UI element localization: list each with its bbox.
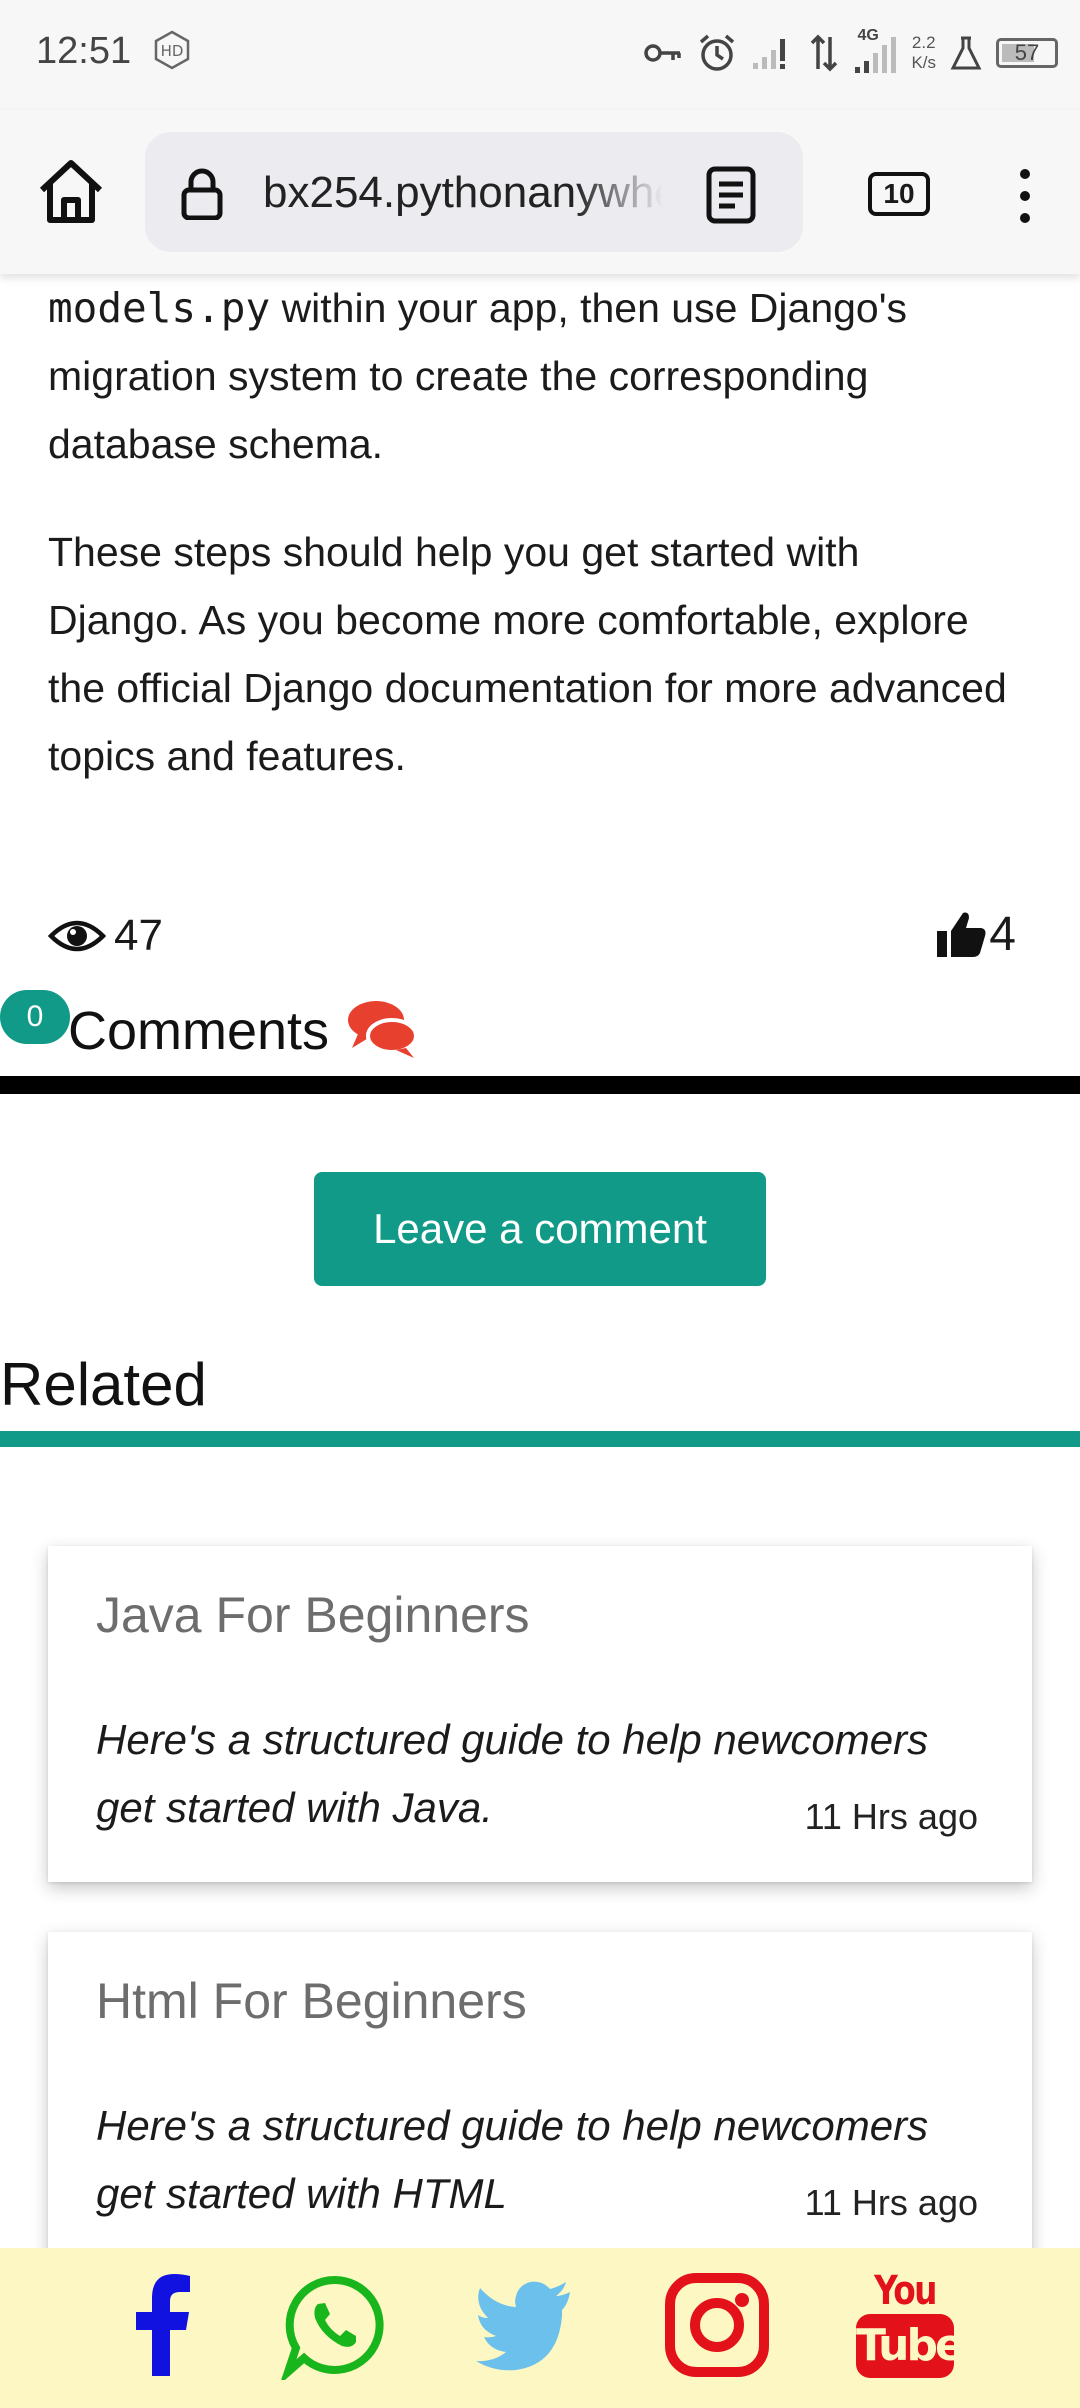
article-paragraph: These steps should help you get started …	[48, 529, 1007, 779]
more-icon[interactable]	[1010, 166, 1040, 226]
data-arrows-icon	[811, 34, 838, 72]
network-speed: 2.2 K/s	[911, 33, 936, 72]
eye-icon	[48, 920, 106, 952]
article-body: models.py within your app, then use Djan…	[48, 274, 1008, 790]
whatsapp-icon[interactable]	[280, 2270, 390, 2380]
related-card-time: 11 Hrs ago	[804, 1796, 978, 1837]
twitter-icon[interactable]	[470, 2270, 580, 2380]
signal-icon	[753, 39, 786, 69]
like-button[interactable]: 4	[935, 904, 1016, 964]
svg-text:HD: HD	[161, 42, 184, 60]
browser-toolbar: bx254.pythonanywhere.com 10	[0, 110, 1080, 274]
tabs-icon[interactable]: 10	[868, 172, 930, 216]
facebook-icon[interactable]	[108, 2270, 218, 2380]
comments-divider	[0, 1076, 1080, 1094]
inline-code: models.py	[48, 284, 271, 332]
status-bar: 12:51 HD 4G 2.2 K/s 57	[0, 0, 1080, 110]
reader-mode-icon[interactable]	[705, 166, 759, 224]
related-card[interactable]: Html For Beginners Here's a structured g…	[48, 1932, 1032, 2268]
related-card-title[interactable]: Html For Beginners	[96, 1972, 527, 2030]
alarm-icon	[700, 34, 735, 71]
likes-value: 4	[989, 907, 1016, 961]
home-icon[interactable]	[34, 154, 108, 228]
social-footer: You Tube	[0, 2248, 1080, 2408]
key-icon	[644, 44, 682, 62]
instagram-icon[interactable]	[662, 2270, 772, 2380]
thumbs-up-icon	[937, 912, 986, 957]
comments-icon	[348, 1001, 418, 1058]
hd-icon: HD	[154, 30, 190, 70]
leave-comment-button[interactable]: Leave a comment	[314, 1172, 766, 1286]
related-card-time: 11 Hrs ago	[804, 2182, 978, 2223]
related-card[interactable]: Java For Beginners Here's a structured g…	[48, 1546, 1032, 1882]
views-value: 47	[114, 911, 163, 960]
article-paragraph: models.py within your app, then use Djan…	[48, 284, 908, 467]
related-card-title[interactable]: Java For Beginners	[96, 1586, 530, 1644]
flask-icon	[950, 36, 982, 70]
status-icons: 4G 2.2 K/s 57	[643, 27, 1058, 78]
lock-icon	[181, 168, 223, 220]
view-count: 47	[48, 906, 163, 966]
related-divider	[0, 1431, 1080, 1447]
youtube-icon[interactable]: You Tube	[850, 2270, 965, 2380]
comment-count-badge: 0	[0, 990, 70, 1044]
battery-icon: 57	[996, 38, 1058, 68]
signal-4g-icon: 4G	[853, 27, 897, 75]
url-bar[interactable]: bx254.pythonanywhere.com	[145, 132, 803, 252]
related-heading: Related	[0, 1351, 207, 1418]
comments-heading: Comments	[68, 1001, 330, 1061]
status-time: 12:51	[36, 30, 132, 72]
url-text[interactable]: bx254.pythonanywhere.com	[263, 168, 663, 218]
